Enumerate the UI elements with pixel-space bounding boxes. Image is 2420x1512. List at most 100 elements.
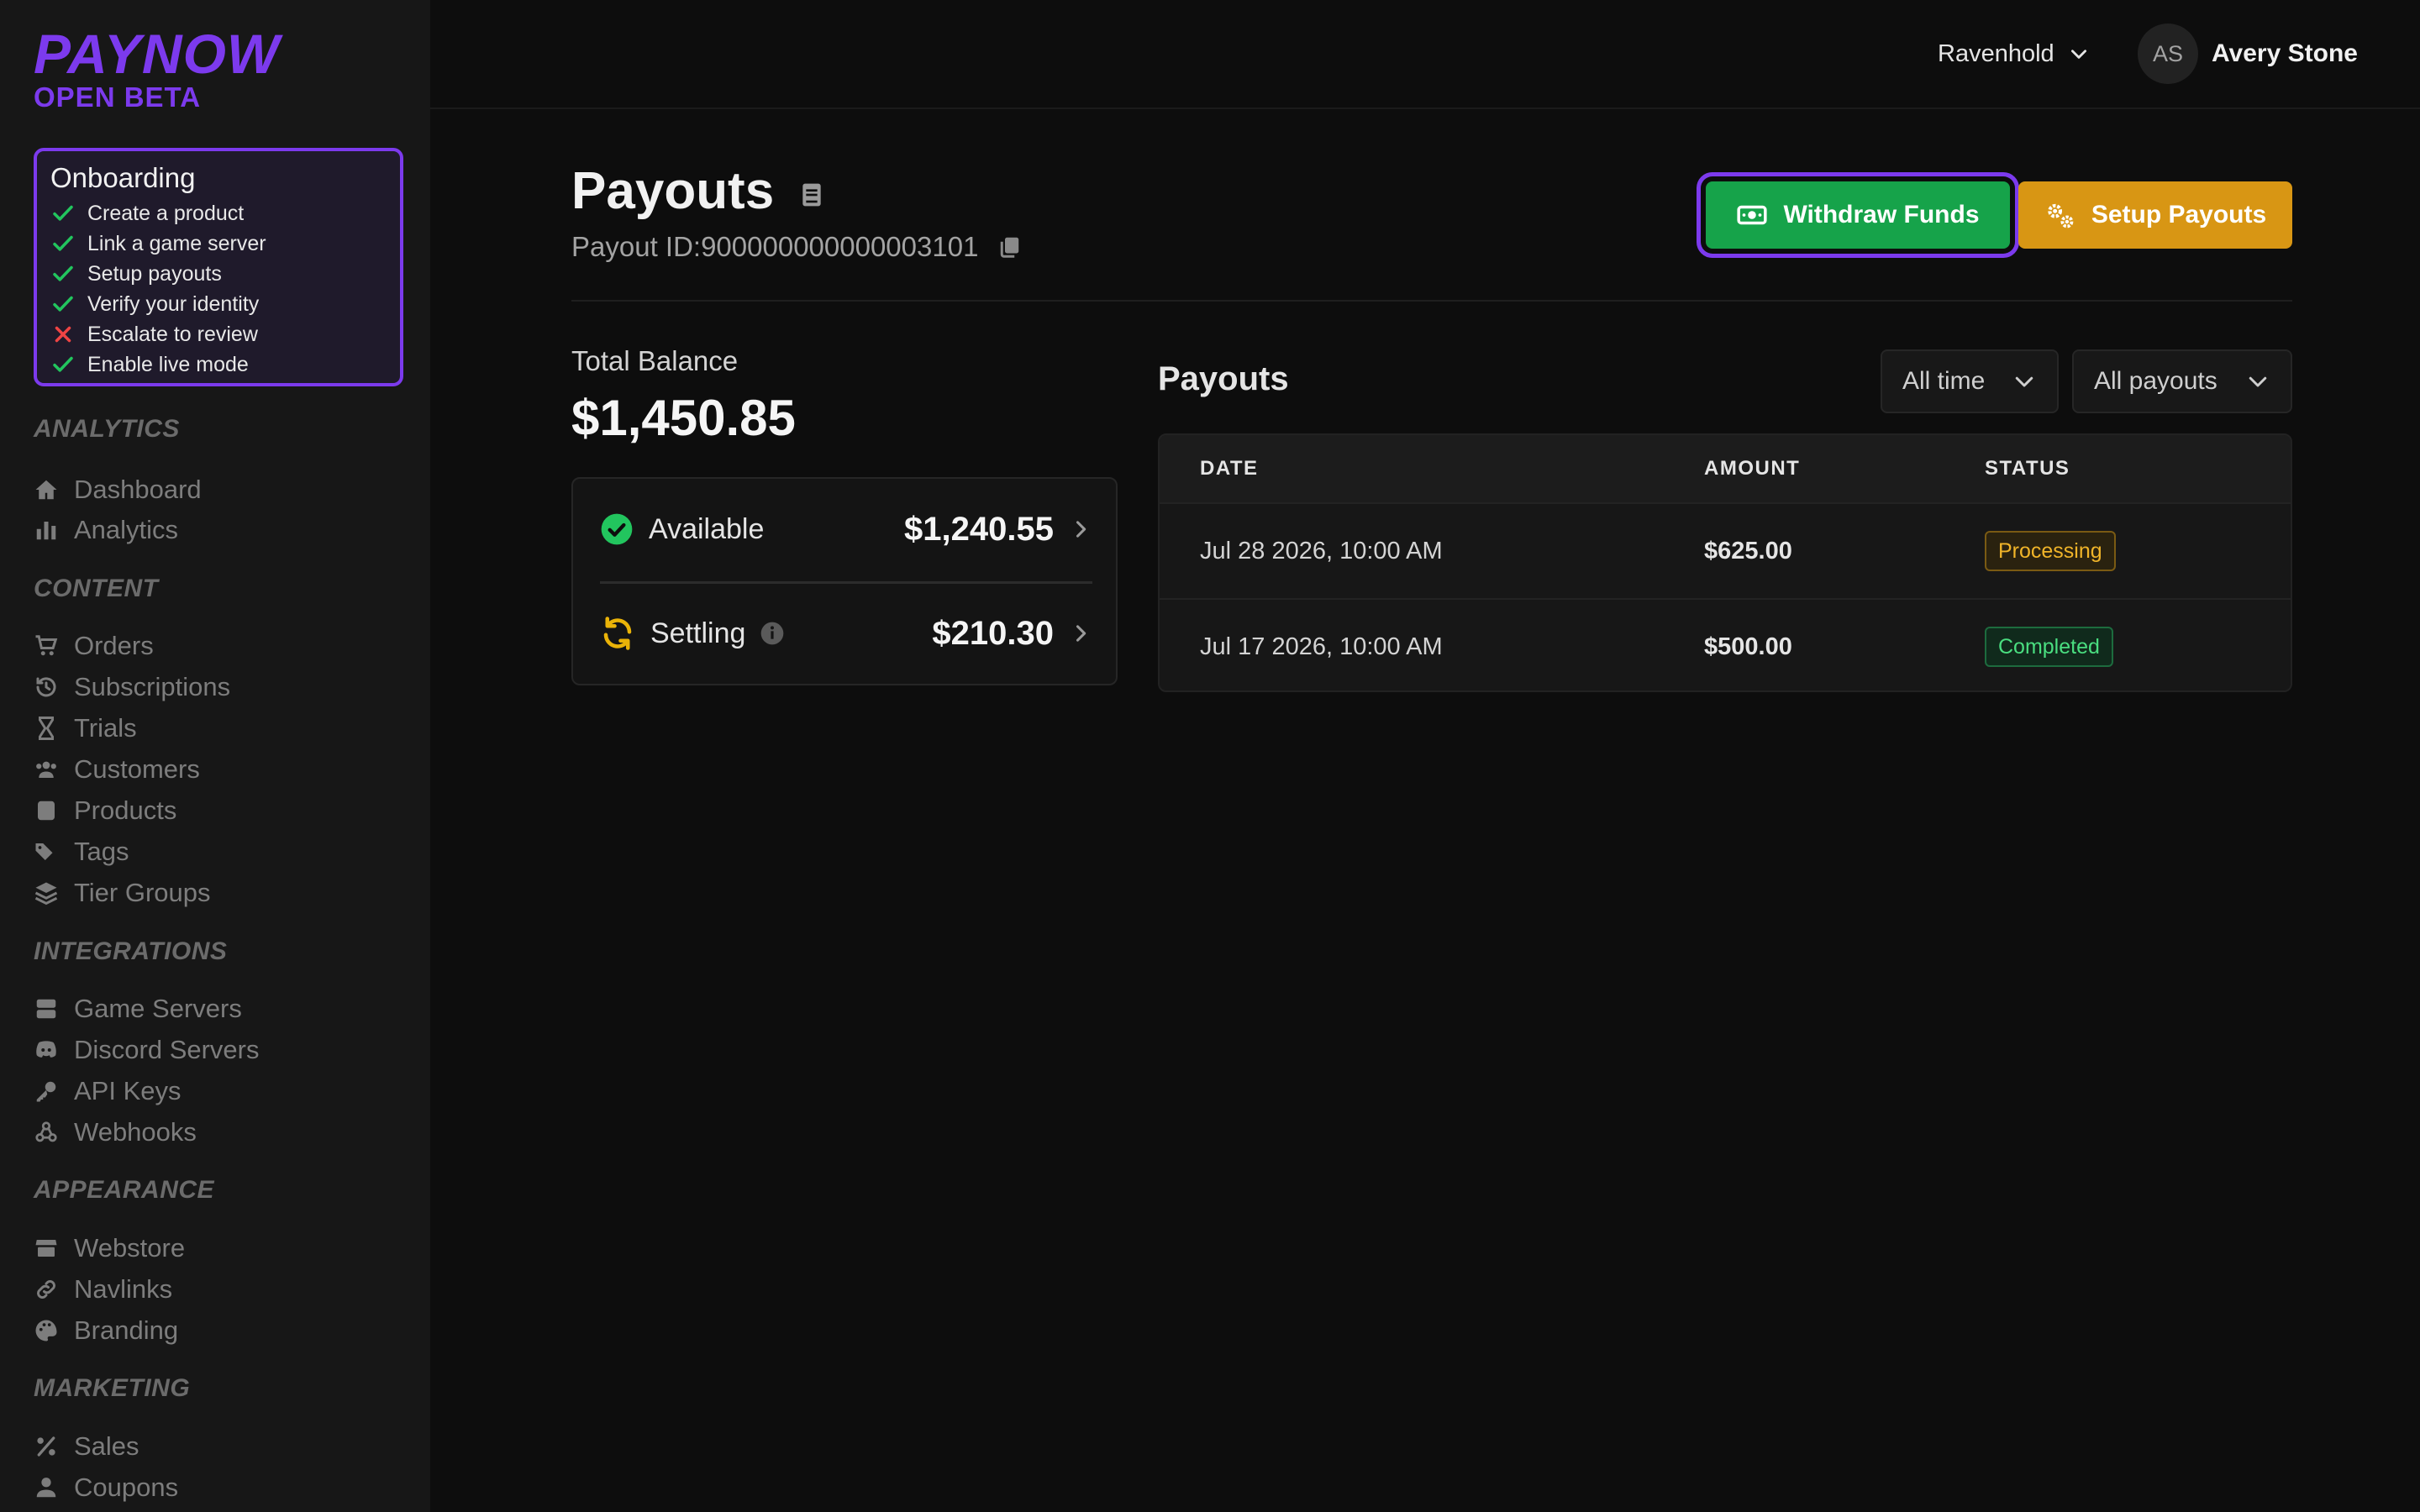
link-icon xyxy=(37,1280,55,1299)
users-icon xyxy=(36,761,56,778)
nav-section-analytics: ANALYTICS xyxy=(34,415,180,443)
sidebar-item-label: Analytics xyxy=(74,515,179,544)
store-icon xyxy=(35,1240,57,1257)
payout-date: Jul 17 2026, 10:00 AM xyxy=(1200,633,1443,660)
payout-type-filter-select[interactable]: All payouts xyxy=(2072,349,2292,413)
onboarding-item: Setup payouts xyxy=(50,259,387,289)
settling-value: $210.30 xyxy=(932,614,1054,652)
sidebar-item-label: Tags xyxy=(74,837,129,866)
onboarding-checklist[interactable]: Onboarding Create a product Link a game … xyxy=(34,148,403,386)
sidebar-item-discord-servers[interactable]: Discord Servers xyxy=(34,1032,260,1068)
sidebar-item-webstore[interactable]: Webstore xyxy=(34,1230,185,1267)
chevron-right-icon xyxy=(1076,521,1086,538)
time-filter-value: All time xyxy=(1902,367,1986,395)
table-row[interactable]: Jul 28 2026, 10:00 AM $625.00 Processing xyxy=(1160,502,2291,598)
sidebar-item-navlinks[interactable]: Navlinks xyxy=(34,1271,172,1308)
check-circle-icon xyxy=(601,513,633,545)
column-header-date[interactable]: DATE xyxy=(1200,455,1259,482)
sidebar-item-analytics[interactable]: Analytics xyxy=(34,512,178,549)
tags-icon xyxy=(35,843,53,860)
header-divider xyxy=(571,300,2292,302)
chevron-down-icon xyxy=(2070,50,2086,59)
sidebar-item-customers[interactable]: Customers xyxy=(34,751,200,788)
sidebar-item-label: Dashboard xyxy=(74,475,202,504)
user-name[interactable]: Avery Stone xyxy=(2212,37,2358,71)
payout-amount: $500.00 xyxy=(1704,633,1792,660)
brand-logo[interactable]: PAYNOW OPEN BETA xyxy=(34,25,280,113)
check-icon xyxy=(53,205,73,221)
sidebar-item-sales[interactable]: Sales xyxy=(34,1428,139,1465)
table-row[interactable]: Jul 17 2026, 10:00 AM $500.00 Completed xyxy=(1160,598,2291,690)
onboarding-item-label: Escalate to review xyxy=(87,322,258,346)
sidebar-item-label: Subscriptions xyxy=(74,672,231,701)
sidebar-item-game-servers[interactable]: Game Servers xyxy=(34,990,242,1027)
sidebar-item-products[interactable]: Products xyxy=(34,792,176,829)
brand-tagline: OPEN BETA xyxy=(34,81,202,113)
palette-icon xyxy=(35,1320,57,1341)
bar-chart-icon xyxy=(36,522,56,540)
gears-icon xyxy=(2048,203,2074,228)
withdraw-funds-button[interactable]: Withdraw Funds xyxy=(1706,181,2010,249)
sidebar-item-label: Webhooks xyxy=(74,1117,197,1147)
setup-payouts-button[interactable]: Setup Payouts xyxy=(2018,181,2292,249)
copy-icon[interactable] xyxy=(997,234,1022,260)
sync-icon xyxy=(603,617,632,650)
settling-balance-row[interactable]: Settling $210.30 xyxy=(600,608,1092,659)
sidebar-item-subscriptions[interactable]: Subscriptions xyxy=(34,669,230,706)
available-value: $1,240.55 xyxy=(904,510,1054,548)
sidebar-item-label: Navlinks xyxy=(74,1274,173,1304)
server-icon xyxy=(36,999,56,1019)
onboarding-item: Verify your identity xyxy=(50,289,387,319)
onboarding-item-label: Verify your identity xyxy=(87,291,260,316)
sidebar-item-label: Trials xyxy=(74,713,137,743)
payout-id: Payout ID:900000000000003101 xyxy=(571,228,1022,265)
available-label: Available xyxy=(649,512,765,545)
docs-book-icon[interactable] xyxy=(798,181,825,208)
available-balance-row[interactable]: Available $1,240.55 xyxy=(600,504,1092,554)
setup-payouts-label: Setup Payouts xyxy=(2091,201,2267,228)
payout-date: Jul 28 2026, 10:00 AM xyxy=(1200,538,1443,564)
brand-name: PAYNOW xyxy=(34,23,281,85)
store-selector[interactable]: Ravenhold xyxy=(1938,37,2090,71)
info-icon[interactable] xyxy=(759,620,786,647)
nav-section-appearance: APPEARANCE xyxy=(34,1176,215,1204)
sidebar-item-label: Products xyxy=(74,795,177,825)
total-balance-label: Total Balance xyxy=(571,345,739,376)
sidebar-item-branding[interactable]: Branding xyxy=(34,1312,178,1349)
status-badge: Completed xyxy=(1985,627,2113,667)
sidebar-item-orders[interactable]: Orders xyxy=(34,627,154,664)
hourglass-icon xyxy=(39,717,54,740)
column-header-amount[interactable]: AMOUNT xyxy=(1704,455,1800,482)
sidebar-item-label: Webstore xyxy=(74,1233,186,1263)
sidebar-item-api-keys[interactable]: API Keys xyxy=(34,1073,182,1110)
sidebar-item-label: Customers xyxy=(74,754,200,784)
sidebar-item-label: API Keys xyxy=(74,1076,182,1105)
onboarding-item-label: Enable live mode xyxy=(87,352,249,376)
sidebar-item-label: Discord Servers xyxy=(74,1035,260,1064)
sidebar-item-label: Tier Groups xyxy=(74,878,211,907)
column-header-status[interactable]: STATUS xyxy=(1985,455,2070,482)
layers-icon xyxy=(34,882,58,906)
payout-type-filter-value: All payouts xyxy=(2094,367,2217,395)
sidebar-item-dashboard[interactable]: Dashboard xyxy=(34,471,202,508)
onboarding-item: Link a game server xyxy=(50,228,387,259)
sidebar-item-webhooks[interactable]: Webhooks xyxy=(34,1114,197,1151)
chevron-down-icon xyxy=(2249,376,2267,387)
x-icon xyxy=(55,326,71,343)
avatar[interactable]: AS xyxy=(2138,24,2198,84)
nav-section-integrations: INTEGRATIONS xyxy=(34,937,228,965)
check-icon xyxy=(53,265,73,281)
sidebar-item-coupons[interactable]: Coupons xyxy=(34,1469,178,1506)
coupon-icon xyxy=(36,1478,56,1498)
time-filter-select[interactable]: All time xyxy=(1881,349,2059,413)
sidebar-item-tags[interactable]: Tags xyxy=(34,833,129,870)
box-icon xyxy=(38,801,55,821)
onboarding-title: Onboarding xyxy=(50,162,196,193)
sidebar-item-trials[interactable]: Trials xyxy=(34,710,137,747)
store-name: Ravenhold xyxy=(1938,39,2054,67)
onboarding-item-label: Create a product xyxy=(87,201,245,225)
sidebar-item-label: Sales xyxy=(74,1431,139,1461)
sidebar-item-tier-groups[interactable]: Tier Groups xyxy=(34,874,211,911)
status-badge: Processing xyxy=(1985,531,2116,571)
withdraw-funds-label: Withdraw Funds xyxy=(1783,201,1980,228)
